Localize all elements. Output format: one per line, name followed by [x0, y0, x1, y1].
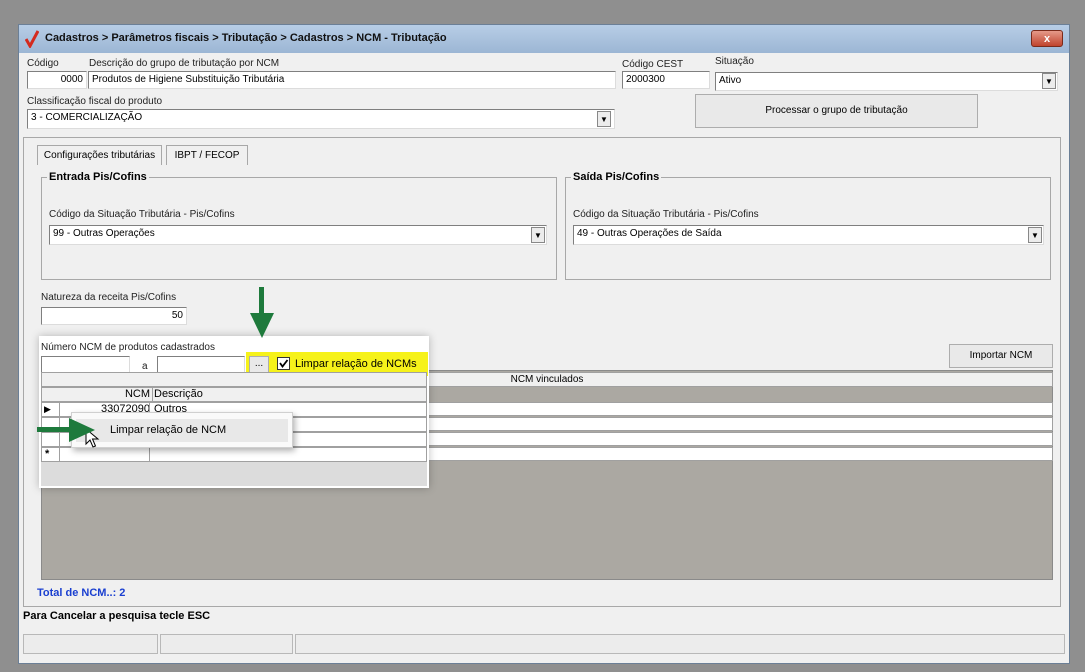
ncm-range-separator: a [142, 361, 148, 372]
natureza-field[interactable]: 50 [41, 307, 187, 325]
entrada-cst-select[interactable]: 99 - Outras Operações [49, 225, 547, 245]
down-arrow-annotation-icon [250, 287, 274, 338]
entrada-dropdown-icon[interactable]: ▼ [531, 227, 545, 243]
limpar-checkbox[interactable] [277, 357, 290, 370]
situacao-value: Ativo [719, 75, 742, 86]
right-arrow-annotation-icon [37, 418, 95, 442]
cest-label: Código CEST [622, 59, 684, 70]
saida-cst-label: Código da Situação Tributária - Pis/Cofi… [573, 209, 759, 220]
entrada-cst-label: Código da Situação Tributária - Pis/Cofi… [49, 209, 235, 220]
saida-dropdown-icon[interactable]: ▼ [1028, 227, 1042, 243]
saida-cst-select[interactable]: 49 - Outras Operações de Saída [573, 225, 1044, 245]
descricao-field[interactable]: Produtos de Higiene Substituição Tributá… [88, 71, 616, 89]
status-hint: Para Cancelar a pesquisa tecle ESC [23, 610, 211, 622]
statusbar-segment-1 [23, 634, 158, 654]
classificacao-label: Classificação fiscal do produto [27, 96, 163, 107]
tab-ibpt[interactable]: IBPT / FECOP [166, 145, 248, 165]
col-header-ncm[interactable]: NCM [100, 388, 153, 401]
natureza-label: Natureza da receita Pis/Cofins [41, 292, 177, 303]
processar-button[interactable]: Processar o grupo de tributação [695, 94, 978, 128]
current-row-icon: ▶ [44, 404, 51, 414]
app-check-icon [25, 30, 39, 48]
title-bar[interactable]: Cadastros > Parâmetros fiscais > Tributa… [19, 25, 1069, 53]
main-window: Cadastros > Parâmetros fiscais > Tributa… [18, 24, 1070, 664]
new-row-icon: * [45, 448, 50, 460]
limpar-checkbox-label[interactable]: Limpar relação de NCMs [295, 358, 417, 370]
entrada-title: Entrada Pis/Cofins [47, 171, 149, 183]
col-header-descricao[interactable]: Descrição [154, 388, 203, 401]
grid-empty-area [41, 462, 427, 486]
context-menu: Limpar relação de NCM [71, 412, 293, 448]
window-title: Cadastros > Parâmetros fiscais > Tributa… [45, 32, 447, 44]
codigo-field[interactable]: 0000 [27, 71, 87, 89]
saida-title: Saída Pis/Cofins [571, 171, 662, 183]
classificacao-select[interactable]: 3 - COMERCIALIZAÇÃO [27, 109, 615, 129]
context-menu-item-limpar[interactable]: Limpar relação de NCM [76, 419, 288, 442]
tab-configuracoes[interactable]: Configurações tributárias [37, 145, 162, 165]
situacao-dropdown-icon[interactable]: ▼ [1042, 73, 1056, 89]
checkmark-icon [279, 359, 289, 369]
entrada-cst-value: 99 - Outras Operações [53, 228, 155, 239]
grid-header-row: NCM Descrição [41, 387, 427, 402]
grid-title-zoom [41, 372, 427, 387]
cest-field[interactable]: 2000300 [622, 71, 710, 89]
ncm-filter-label: Número NCM de produtos cadastrados [41, 342, 215, 353]
close-button[interactable]: x [1031, 30, 1063, 47]
importar-ncm-button[interactable]: Importar NCM [949, 344, 1053, 368]
statusbar-segment-3 [295, 634, 1065, 654]
codigo-label: Código [27, 58, 59, 69]
saida-cst-value: 49 - Outras Operações de Saída [577, 228, 722, 239]
classificacao-dropdown-icon[interactable]: ▼ [597, 111, 611, 127]
situacao-select[interactable]: Ativo [715, 72, 1058, 91]
statusbar-segment-2 [160, 634, 293, 654]
close-icon: x [1043, 33, 1051, 45]
descricao-label: Descrição do grupo de tributação por NCM [89, 58, 280, 69]
classificacao-value: 3 - COMERCIALIZAÇÃO [31, 112, 143, 123]
situacao-label: Situação [715, 56, 754, 67]
total-ncm-label: Total de NCM..: 2 [37, 587, 126, 599]
